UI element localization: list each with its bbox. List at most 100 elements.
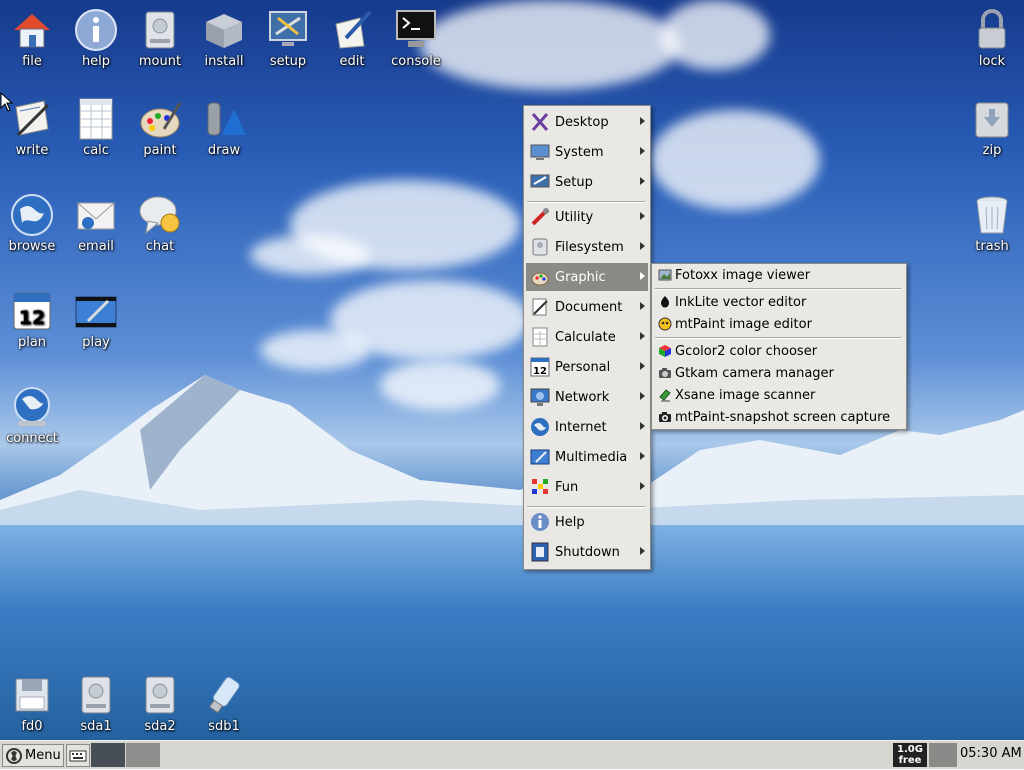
submenu-arrow-icon — [640, 422, 645, 430]
desktop-icon-sdb1[interactable]: sdb1 — [192, 673, 256, 734]
icon-label: trash — [975, 239, 1009, 254]
desktop-icon-mount[interactable]: mount — [128, 8, 192, 69]
desktop-icon-file[interactable]: file — [0, 8, 64, 69]
desktop-icon-browse[interactable]: browse — [0, 193, 64, 254]
submenu-item-gtkam[interactable]: Gtkam camera manager — [654, 363, 904, 383]
main-menu: Desktop System Setup Utility Filesystem … — [523, 105, 651, 570]
submenu-arrow-icon — [640, 547, 645, 555]
home-icon — [10, 8, 54, 52]
menu-item-label: Document — [555, 299, 623, 315]
drive-icon — [138, 673, 182, 717]
submenu-item-mtpaint-snapshot[interactable]: mtPaint-snapshot screen capture — [654, 407, 904, 427]
graphic-submenu: Fotoxx image viewer InkLite vector edito… — [651, 263, 907, 430]
desktop-icon-fd0[interactable]: fd0 — [0, 673, 64, 734]
media-icon — [74, 289, 118, 333]
submenu-item-mtpaint[interactable]: mtPaint image editor — [654, 314, 904, 334]
calendar-day: 12 — [19, 307, 45, 329]
taskbar-app-button[interactable] — [66, 744, 90, 767]
desktop-icon-email[interactable]: email — [64, 193, 128, 254]
menu-item-setup[interactable]: Setup — [526, 168, 648, 196]
menu-item-label: Calculate — [555, 329, 616, 345]
desktop-icon-calc[interactable]: calc — [64, 97, 128, 158]
desktop-icon-chat[interactable]: chat — [128, 193, 192, 254]
desktop-icon-connect[interactable]: connect — [0, 385, 64, 446]
setup-icon — [266, 8, 310, 52]
menu-item-label: Network — [555, 389, 610, 405]
menu-item-label: Internet — [555, 419, 607, 435]
menu-item-multimedia[interactable]: Multimedia — [526, 443, 648, 471]
menu-item-help[interactable]: Help — [526, 508, 648, 536]
keyboard-icon — [69, 750, 87, 762]
color-cube-icon — [658, 344, 672, 358]
icon-label: write — [15, 143, 49, 158]
menu-item-desktop[interactable]: Desktop — [526, 108, 648, 136]
submenu-arrow-icon — [640, 302, 645, 310]
icon-label: connect — [6, 431, 58, 446]
desktop-icon-paint[interactable]: paint — [128, 97, 192, 158]
tray-network-indicator[interactable] — [929, 743, 957, 767]
submenu-item-label: Xsane image scanner — [675, 387, 816, 403]
image-viewer-icon — [658, 268, 672, 282]
menu-item-document[interactable]: Document — [526, 293, 648, 321]
icon-label: sda2 — [144, 719, 176, 734]
info-icon — [74, 8, 118, 52]
submenu-item-label: mtPaint-snapshot screen capture — [675, 409, 891, 425]
menu-item-utility[interactable]: Utility — [526, 203, 648, 231]
pager-desktop-2[interactable] — [126, 743, 160, 767]
clock[interactable]: 05:30 AM — [960, 746, 1022, 761]
desktop-icon-sda1[interactable]: sda1 — [64, 673, 128, 734]
menu-button-icon — [5, 747, 23, 765]
desktop-icon-sda2[interactable]: sda2 — [128, 673, 192, 734]
menu-item-label: System — [555, 144, 604, 160]
menu-item-system[interactable]: System — [526, 138, 648, 166]
submenu-item-xsane[interactable]: Xsane image scanner — [654, 385, 904, 405]
shutdown-icon — [530, 542, 550, 562]
desktop-icon-trash[interactable]: trash — [960, 193, 1024, 254]
menu-item-fun[interactable]: Fun — [526, 473, 648, 501]
desktop-icon-console[interactable]: console — [384, 8, 448, 69]
menu-item-label: Filesystem — [555, 239, 624, 255]
menu-item-shutdown[interactable]: Shutdown — [526, 538, 648, 566]
memory-indicator[interactable]: 1.0G free — [893, 743, 927, 767]
icon-label: console — [391, 54, 441, 69]
document-icon — [530, 297, 550, 317]
pager-desktop-1[interactable] — [91, 743, 125, 767]
desktop-icon-edit[interactable]: edit — [320, 8, 384, 69]
envelope-icon — [74, 193, 118, 237]
desktop-icon-plan[interactable]: 12 plan — [0, 289, 64, 350]
menu-item-calculate[interactable]: Calculate — [526, 323, 648, 351]
submenu-item-gcolor2[interactable]: Gcolor2 color chooser — [654, 341, 904, 361]
drive-icon — [74, 673, 118, 717]
desktop-icon-zip[interactable]: zip — [960, 97, 1024, 158]
calculator-icon — [530, 327, 550, 347]
menu-item-graphic[interactable]: Graphic — [526, 263, 648, 291]
personal-calendar-day: 12 — [533, 366, 547, 377]
icon-label: help — [81, 54, 111, 69]
icon-label: calc — [83, 143, 109, 158]
desktop-icon-install[interactable]: install — [192, 8, 256, 69]
menu-item-personal[interactable]: 12 Personal — [526, 353, 648, 381]
camera-icon — [658, 410, 672, 424]
desktop-icon-play[interactable]: play — [64, 289, 128, 350]
menu-item-network[interactable]: Network — [526, 383, 648, 411]
icon-label: file — [22, 54, 42, 69]
icon-label: email — [78, 239, 114, 254]
icon-label: lock — [978, 54, 1006, 69]
menu-button[interactable]: Menu — [2, 744, 64, 767]
submenu-item-fotoxx[interactable]: Fotoxx image viewer — [654, 265, 904, 285]
menu-item-internet[interactable]: Internet — [526, 413, 648, 441]
menu-item-label: Fun — [555, 479, 579, 495]
usb-drive-icon — [202, 673, 246, 717]
desktop-icon-lock[interactable]: lock — [960, 8, 1024, 69]
submenu-arrow-icon — [640, 117, 645, 125]
submenu-arrow-icon — [640, 272, 645, 280]
desktop-icon-setup[interactable]: setup — [256, 8, 320, 69]
menu-item-label: Graphic — [555, 269, 606, 285]
menu-item-filesystem[interactable]: Filesystem — [526, 233, 648, 261]
spreadsheet-icon — [74, 97, 118, 141]
write-icon — [10, 97, 54, 141]
desktop-icon-help[interactable]: help — [64, 8, 128, 69]
submenu-arrow-icon — [640, 392, 645, 400]
desktop-icon-draw[interactable]: draw — [192, 97, 256, 158]
submenu-item-inklite[interactable]: InkLite vector editor — [654, 292, 904, 312]
